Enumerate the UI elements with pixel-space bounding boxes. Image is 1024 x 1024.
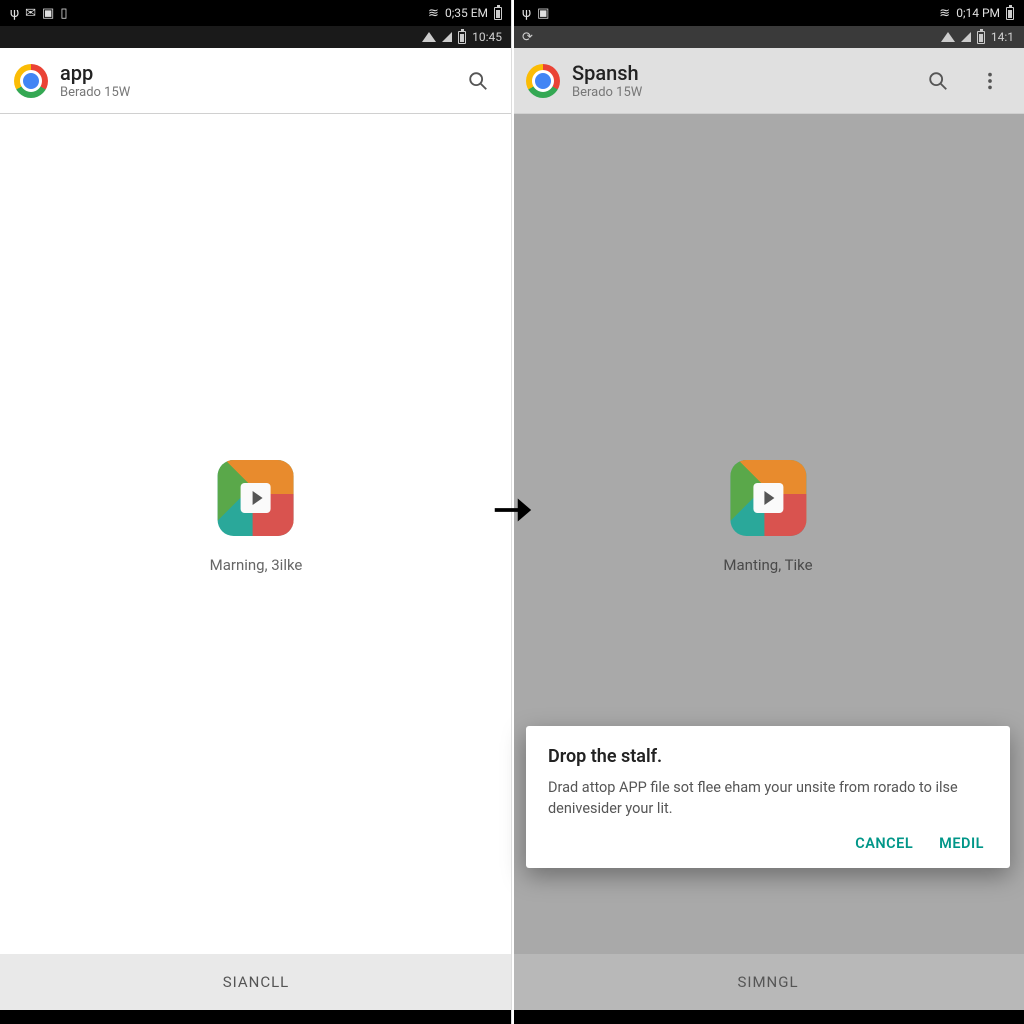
app-label: Marning, 3ilke: [210, 556, 303, 574]
status-bar-top: ψ ✉ ▣ ▯ ≋ 0;35 EM: [0, 0, 512, 26]
status-time: 0;14 PM: [956, 6, 1000, 20]
chat-icon: ✉: [25, 7, 36, 20]
chrome-icon[interactable]: [14, 64, 48, 98]
app-bar-title: Spansh: [572, 61, 906, 85]
wifi-icon: ≋: [428, 7, 439, 20]
search-icon: [467, 70, 489, 92]
wifi-strength-icon: [941, 32, 955, 42]
search-icon: [927, 70, 949, 92]
signal-icon: [442, 32, 452, 42]
app-bar: app Berado 15W: [0, 48, 512, 114]
dialog: Drop the stalf. Drad attop APP file sot …: [526, 726, 1010, 868]
more-vert-icon: [979, 70, 1001, 92]
box-icon: ▣: [42, 7, 54, 20]
signal-icon: [961, 32, 971, 42]
chrome-icon[interactable]: [526, 64, 560, 98]
search-button[interactable]: [918, 61, 958, 101]
app-bar-subtitle: Berado 15W: [60, 85, 446, 100]
app-bar-title: app: [60, 61, 446, 85]
search-button[interactable]: [458, 61, 498, 101]
bottom-bar-label: SIANCLL: [223, 973, 290, 991]
status-bar-top: ψ ▣ ≋ 0;14 PM: [512, 0, 1024, 26]
box-icon: ▣: [537, 7, 549, 20]
app-bar-subtitle: Berado 15W: [572, 85, 906, 100]
battery-icon-2: [977, 31, 985, 44]
battery-icon: [494, 7, 502, 20]
bottom-bar-button[interactable]: SIMNGL: [512, 954, 1024, 1010]
battery-icon: [1006, 7, 1014, 20]
status-bar-secondary: 10:45: [0, 26, 512, 48]
content-area: Manting, Tike Drop the stalf. Drad attop…: [512, 114, 1024, 954]
nav-bar: [512, 1010, 1024, 1024]
bottom-bar-label: SIMNGL: [737, 973, 798, 991]
wifi-icon: ≋: [939, 7, 950, 20]
arrow-right-icon: [489, 487, 535, 533]
dialog-cancel-button[interactable]: CANCEL: [855, 835, 913, 852]
app-icon: [218, 460, 294, 536]
dialog-body: Drad attop APP file sot flee eham your u…: [548, 777, 988, 819]
content-area: Marning, 3ilke: [0, 114, 512, 954]
status-time: 0;35 EM: [445, 6, 488, 20]
phone-right: ψ ▣ ≋ 0;14 PM ⟳ 14:1 Spansh Berado 15W: [512, 0, 1024, 1024]
dialog-title: Drop the stalf.: [548, 746, 988, 767]
status-clock: 10:45: [472, 30, 502, 44]
status-bar-secondary: ⟳ 14:1: [512, 26, 1024, 48]
nav-bar: [0, 1010, 512, 1024]
battery-icon-2: [458, 31, 466, 44]
overflow-button[interactable]: [970, 61, 1010, 101]
transition-arrow: [489, 487, 535, 537]
app-bar: Spansh Berado 15W: [512, 48, 1024, 114]
phone-left: ψ ✉ ▣ ▯ ≋ 0;35 EM 10:45 app Berado 15W: [0, 0, 512, 1024]
card-icon: ▯: [60, 7, 67, 20]
bottom-bar-button[interactable]: SIANCLL: [0, 954, 512, 1010]
app-tile[interactable]: Marning, 3ilke: [210, 460, 303, 574]
sync-icon: ⟳: [522, 31, 533, 44]
wifi-strength-icon: [422, 32, 436, 42]
psi-icon: ψ: [10, 7, 19, 20]
dialog-confirm-button[interactable]: MEDIL: [939, 835, 984, 852]
play-icon: [241, 483, 271, 513]
psi-icon: ψ: [522, 7, 531, 20]
status-clock: 14:1: [991, 30, 1014, 44]
